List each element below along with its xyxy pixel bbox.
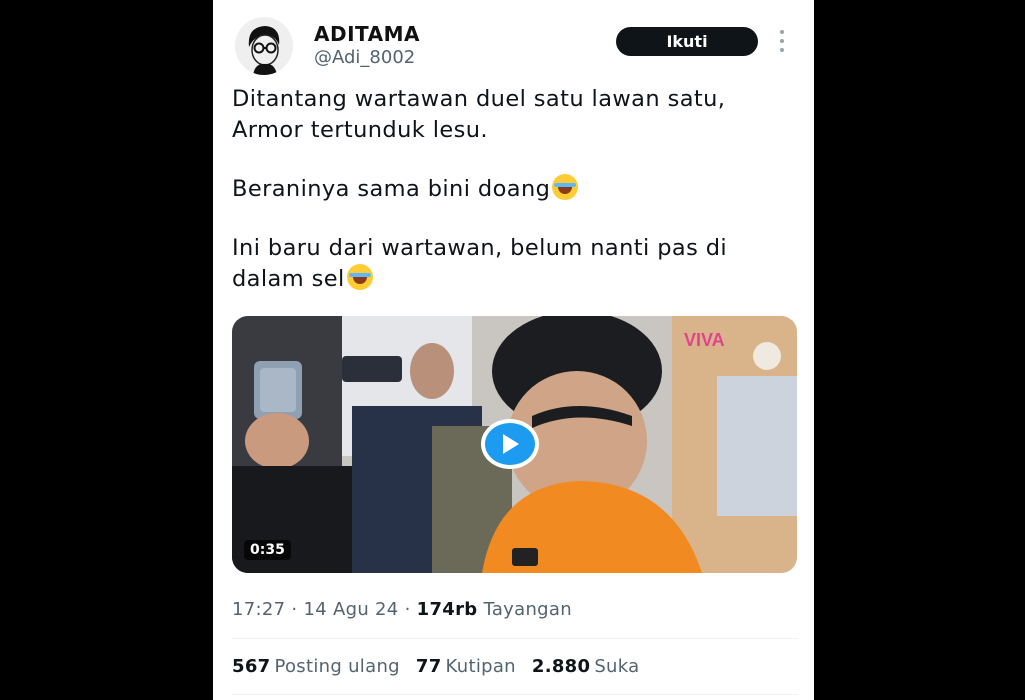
likes-count: 2.880	[531, 656, 591, 677]
play-button[interactable]	[481, 419, 539, 469]
tweet-meta: 17:27 · 14 Agu 24 · 174rb Tayangan	[232, 599, 572, 620]
follow-button[interactable]: Ikuti	[616, 27, 758, 56]
video-duration: 0:35	[244, 540, 291, 560]
more-options-icon[interactable]	[775, 28, 789, 54]
likes-label: Suka	[594, 656, 640, 677]
reposts-stat[interactable]: 567 Posting ulang	[232, 656, 400, 677]
views-label: Tayangan	[483, 599, 572, 620]
likes-stat[interactable]: 2.880 Suka	[532, 656, 640, 677]
rolling-laughing-emoji-icon	[552, 174, 579, 200]
tweet-line-2: Beraninya sama bini doang	[232, 176, 551, 202]
views-count: 174rb	[416, 599, 478, 620]
tweet-card: ADITAMA @Adi_8002 Ikuti Ditantang wartaw…	[213, 0, 814, 700]
quotes-count: 77	[415, 656, 442, 677]
quotes-label: Kutipan	[445, 656, 516, 677]
author-handle[interactable]: @Adi_8002	[314, 47, 415, 68]
tweet-stats: 567 Posting ulang 77 Kutipan 2.880 Suka	[232, 656, 640, 677]
tears-of-joy-emoji-icon	[346, 264, 373, 290]
tweet-line-3: Ini baru dari wartawan, belum nanti pas …	[232, 235, 728, 292]
reposts-label: Posting ulang	[274, 656, 400, 677]
tweet-text: Ditantang wartawan duel satu lawan satu,…	[232, 84, 802, 323]
tweet-line-1: Ditantang wartawan duel satu lawan satu,…	[232, 86, 726, 143]
divider	[232, 694, 798, 695]
play-icon	[503, 434, 519, 454]
video-player[interactable]: VIVA 0:35	[232, 316, 797, 573]
viva-watermark: VIVA	[684, 330, 725, 350]
divider	[232, 638, 798, 639]
avatar[interactable]	[235, 17, 293, 75]
author-name[interactable]: ADITAMA	[314, 22, 420, 46]
tweet-time[interactable]: 17:27	[232, 599, 285, 620]
tweet-date[interactable]: 14 Agu 24	[303, 599, 398, 620]
quotes-stat[interactable]: 77 Kutipan	[416, 656, 516, 677]
reposts-count: 567	[232, 656, 271, 677]
